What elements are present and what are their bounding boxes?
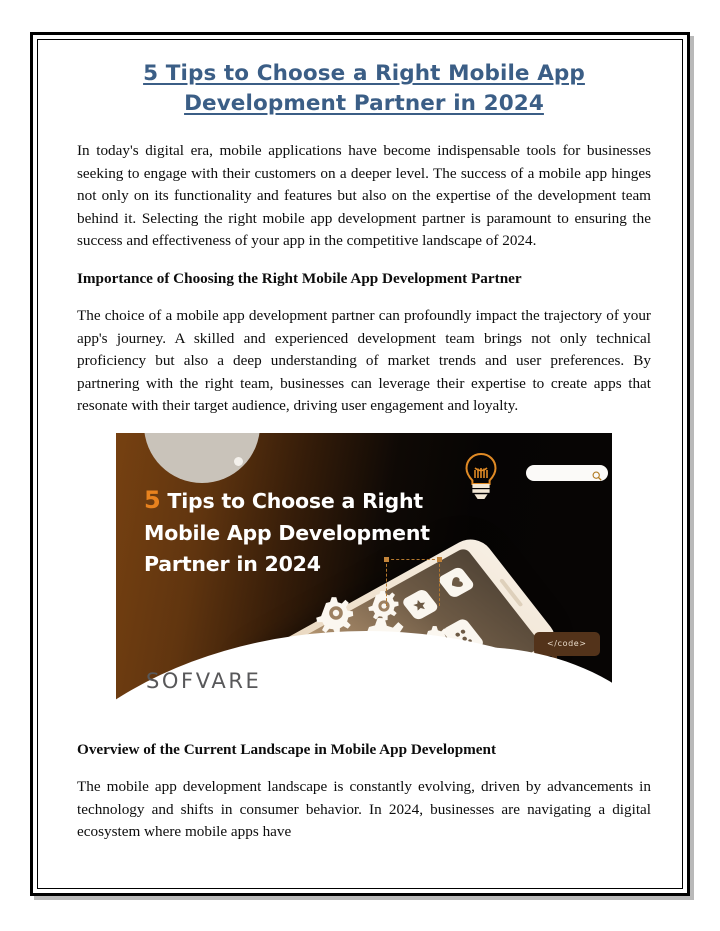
banner-headline-text: Tips to Choose a Right Mobile App Develo…: [144, 488, 430, 576]
page-title: 5 Tips to Choose a Right Mobile App Deve…: [143, 61, 585, 116]
page-frame: 5 Tips to Choose a Right Mobile App Deve…: [30, 32, 690, 896]
banner-headline-number: 5: [144, 485, 161, 514]
magnifier-icon: [592, 468, 602, 486]
search-input[interactable]: [526, 464, 608, 481]
brand-logo: SOFVARE: [146, 669, 261, 693]
document-content: 5 Tips to Choose a Right Mobile App Deve…: [77, 59, 651, 859]
brand-logo-text: SOFVARE: [146, 668, 262, 693]
heading-overview: Overview of the Current Landscape in Mob…: [77, 740, 497, 758]
banner-headline: 5 Tips to Choose a Right Mobile App Deve…: [144, 483, 444, 579]
paragraph-overview: The mobile app development landscape is …: [77, 778, 651, 841]
article-banner-image: </code> 5 Tips to Choose a Right Mobile …: [116, 432, 612, 721]
article-image-wrapper: </code> 5 Tips to Choose a Right Mobile …: [77, 432, 651, 721]
code-bubble: </code>: [534, 631, 600, 662]
decorative-dot: [234, 456, 243, 466]
heading-importance: Importance of Choosing the Right Mobile …: [77, 269, 522, 287]
paragraph-importance: The choice of a mobile app development p…: [77, 307, 651, 415]
page-frame-inner: 5 Tips to Choose a Right Mobile App Deve…: [37, 39, 683, 889]
lightbulb-icon: [464, 452, 498, 505]
paragraph-intro: In today's digital era, mobile applicati…: [77, 142, 651, 250]
